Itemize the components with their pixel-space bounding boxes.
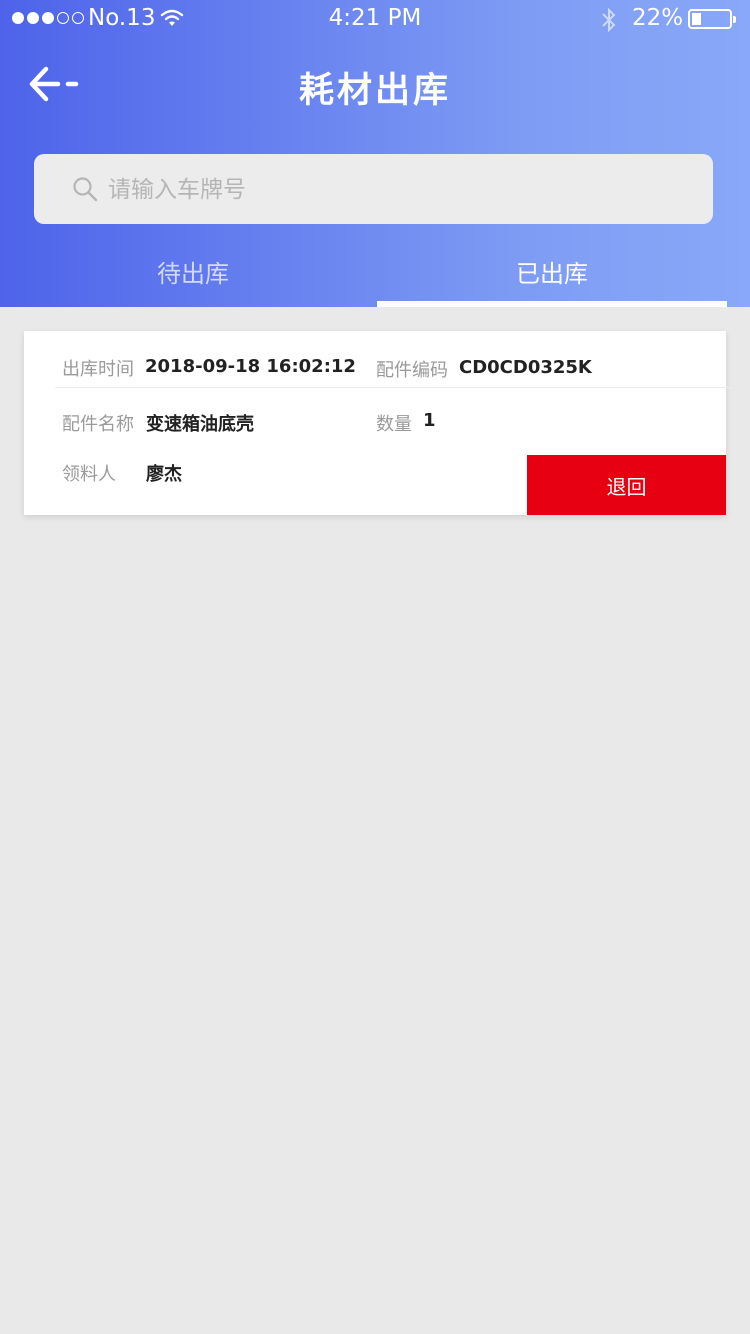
bluetooth-icon xyxy=(602,7,616,33)
part-code-value: CD0CD0325K xyxy=(459,357,592,378)
header-bar: No.13 4:21 PM 22% 耗材出库 待出库 已出库 xyxy=(0,0,750,307)
battery-percent: 22% xyxy=(632,5,684,31)
battery-icon xyxy=(688,9,736,29)
return-button[interactable]: 退回 xyxy=(527,455,726,515)
tab-completed[interactable]: 已出库 xyxy=(377,254,727,307)
search-icon xyxy=(73,177,98,202)
card-divider xyxy=(55,387,733,388)
record-card: 出库时间 2018-09-18 16:02:12 配件编码 CD0CD0325K… xyxy=(24,331,733,515)
part-name-label: 配件名称 xyxy=(62,414,134,435)
active-tab-indicator xyxy=(377,301,727,307)
search-input[interactable] xyxy=(106,154,690,226)
search-bar[interactable] xyxy=(34,154,713,226)
receiver-value: 廖杰 xyxy=(146,464,182,485)
tab-pending[interactable]: 待出库 xyxy=(18,254,368,307)
quantity-value: 1 xyxy=(423,410,436,431)
part-code-label: 配件编码 xyxy=(376,360,448,381)
page-title: 耗材出库 xyxy=(298,71,451,111)
quantity-label: 数量 xyxy=(376,414,412,435)
outbound-time-value: 2018-09-18 16:02:12 xyxy=(145,356,356,377)
outbound-time-label: 出库时间 xyxy=(62,359,134,380)
receiver-label: 领料人 xyxy=(62,464,116,485)
part-name-value: 变速箱油底壳 xyxy=(146,414,254,435)
status-bar: No.13 4:21 PM 22% xyxy=(0,0,750,40)
